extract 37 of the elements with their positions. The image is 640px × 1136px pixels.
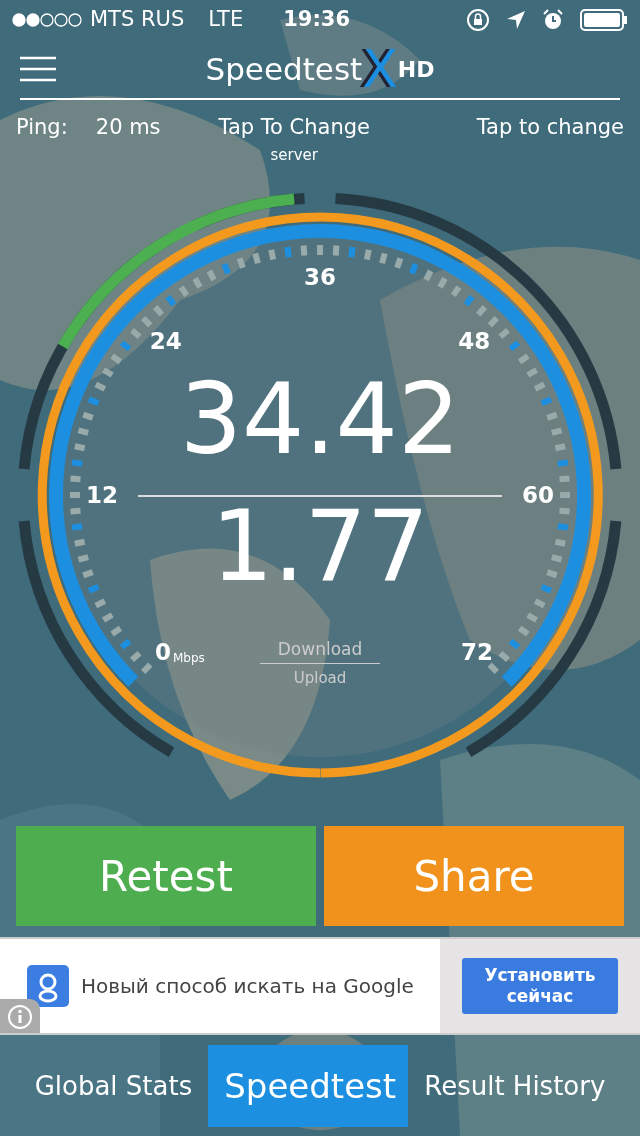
server-caption: server xyxy=(270,144,318,166)
ping-label: Ping: xyxy=(16,114,68,141)
alarm-icon xyxy=(542,9,564,31)
google-logo-icon xyxy=(27,965,69,1007)
gauge-tick-label: 24 xyxy=(149,329,182,353)
clock-time: 19:36 xyxy=(283,6,350,34)
download-label: Download xyxy=(260,637,380,664)
network-type: LTE xyxy=(208,6,244,34)
gauge-tick-label: 60 xyxy=(522,483,554,507)
location-icon xyxy=(506,10,526,30)
rotation-lock-icon xyxy=(466,8,490,32)
upload-label: Upload xyxy=(292,668,348,689)
gauge-tick-label: 36 xyxy=(304,265,336,289)
change-link[interactable]: Tap to change xyxy=(476,112,624,144)
nav-tab[interactable]: Result History xyxy=(408,1054,622,1118)
signal-icon xyxy=(12,12,82,28)
ping-value: 20 ms xyxy=(95,114,161,141)
logo-suffix: HD xyxy=(397,55,435,84)
battery-icon xyxy=(580,9,628,31)
menu-icon[interactable] xyxy=(20,56,56,82)
nav-tab[interactable]: Speedtest xyxy=(208,1045,409,1127)
download-speed: 34.42 xyxy=(178,370,462,468)
logo-mark: X xyxy=(362,43,398,95)
carrier-name: MTS RUS xyxy=(90,6,185,34)
upload-speed: 1.77 xyxy=(209,497,431,595)
server-selector[interactable]: Tap To Change xyxy=(218,112,370,144)
gauge-tick-label: 72 xyxy=(460,640,493,664)
nav-tab[interactable]: Global Stats xyxy=(18,1054,209,1118)
ad-text: Новый способ искать на Google xyxy=(81,973,414,1000)
info-icon[interactable] xyxy=(0,999,40,1033)
gauge-tick-label: 0 xyxy=(155,640,171,664)
install-button[interactable]: Установить сейчас xyxy=(462,957,618,1015)
gauge-tick-label: 12 xyxy=(86,483,118,507)
share-button[interactable]: Share xyxy=(324,826,624,926)
unit-label: Mbps xyxy=(173,650,205,667)
gauge-tick-label: 48 xyxy=(458,329,491,353)
retest-button[interactable]: Retest xyxy=(16,826,316,926)
